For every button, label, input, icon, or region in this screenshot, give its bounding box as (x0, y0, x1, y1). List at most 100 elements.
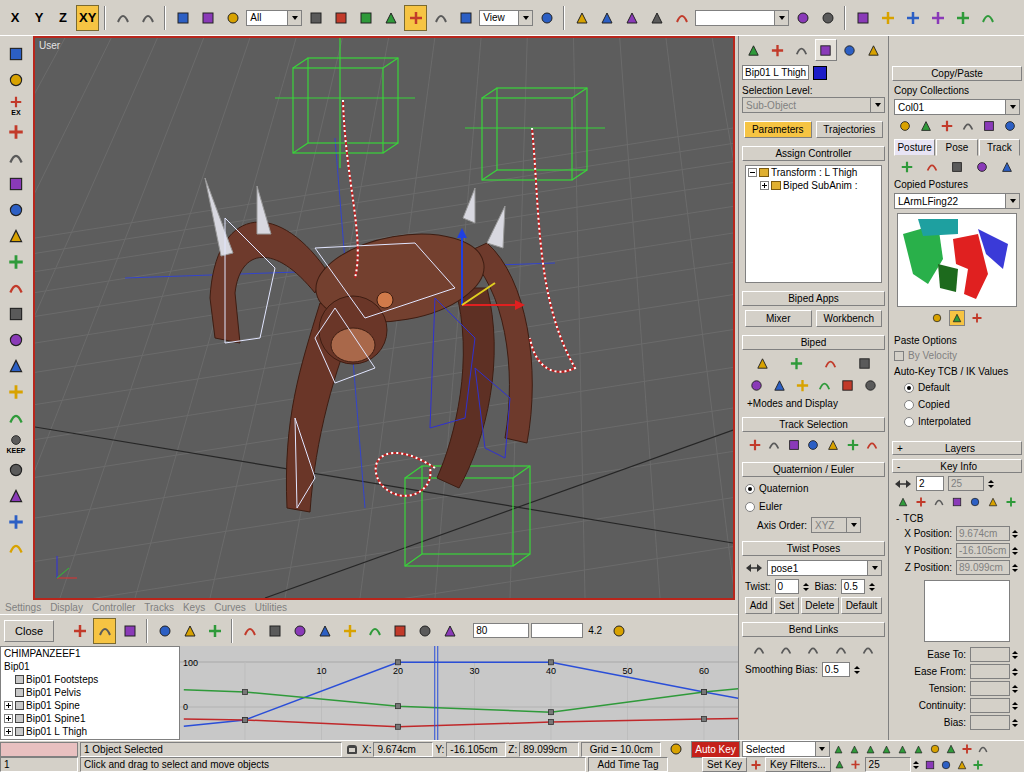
curve-key[interactable] (549, 660, 554, 665)
tool-icon[interactable] (833, 744, 844, 755)
tool-icon[interactable] (333, 10, 349, 26)
tool-icon[interactable] (924, 759, 936, 771)
key-mode-toggle[interactable] (849, 759, 863, 770)
curve-key[interactable] (243, 717, 248, 722)
curve-tool-button[interactable] (263, 618, 286, 644)
tool-icon[interactable] (846, 438, 860, 452)
tool-icon[interactable] (72, 623, 88, 639)
tool-icon[interactable] (674, 10, 690, 26)
tab-panel-button[interactable] (4, 276, 28, 300)
twist-field[interactable]: 0 (775, 579, 799, 594)
curve-chart[interactable]: 1000102030405060 (180, 646, 738, 740)
selection-button[interactable] (354, 5, 377, 31)
key-type-button[interactable] (985, 494, 1001, 510)
tool-icon[interactable] (7, 539, 25, 557)
key-icon[interactable] (663, 741, 689, 757)
tool-icon[interactable] (7, 513, 25, 531)
biped-button[interactable] (821, 354, 840, 373)
rollout-header[interactable]: Biped (742, 335, 885, 350)
copy-paste-tab[interactable]: Track (979, 139, 1020, 156)
curve-tool-button[interactable] (363, 618, 386, 644)
tool-icon[interactable] (863, 378, 878, 393)
tab-panel-button[interactable] (4, 380, 28, 404)
smoothing-bias-field[interactable]: 0.5 (822, 662, 850, 677)
zoom-value[interactable]: 4.2 (585, 625, 605, 636)
mirror-align-button[interactable] (791, 5, 814, 31)
tool-icon[interactable] (624, 10, 640, 26)
tool-icon[interactable] (915, 496, 927, 508)
biped-button[interactable] (753, 354, 772, 373)
tcb-section-header[interactable]: -TCB (894, 513, 1020, 524)
tool-icon[interactable] (442, 623, 458, 639)
curve-tool-button[interactable] (118, 618, 141, 644)
selection-button[interactable] (329, 5, 352, 31)
frame-field[interactable]: 1 (0, 757, 78, 772)
tool-icon[interactable] (961, 119, 975, 133)
biped-button[interactable] (787, 354, 806, 373)
curve-key[interactable] (396, 704, 401, 709)
tcb-param-field[interactable] (970, 698, 1010, 713)
bend-links-button[interactable] (832, 641, 850, 659)
selection-button[interactable] (304, 5, 327, 31)
biped-button[interactable] (770, 376, 789, 395)
spinner-arrows[interactable] (1012, 685, 1020, 693)
command-panel-tab[interactable] (790, 39, 812, 61)
tool-icon[interactable] (7, 227, 25, 245)
axis-constraint-button[interactable]: Z (52, 5, 74, 31)
command-panel-tab[interactable] (766, 39, 788, 61)
collection-button[interactable] (917, 117, 935, 135)
curve-tool-button[interactable] (203, 618, 226, 644)
position-field[interactable]: 89.099cm (956, 560, 1010, 575)
track-tree-item[interactable]: Bip01 Spine1 (1, 712, 179, 725)
link-button[interactable] (221, 5, 244, 31)
tool-icon[interactable] (317, 623, 333, 639)
tab-panel-button[interactable] (4, 42, 28, 66)
tool-icon[interactable] (9, 433, 23, 447)
tool-icon[interactable] (975, 160, 989, 174)
copy-paste-tab[interactable]: Pose (936, 139, 977, 156)
twist-pose-dropdown[interactable]: pose1 (767, 560, 882, 576)
tool-icon[interactable] (7, 279, 25, 297)
curve-tool-button[interactable] (288, 618, 311, 644)
tool-icon[interactable] (925, 160, 939, 174)
ik-target-box[interactable] (405, 466, 530, 566)
editor-button[interactable] (976, 5, 999, 31)
snap-button[interactable] (570, 5, 593, 31)
curve-tool-button[interactable] (388, 618, 411, 644)
tool-icon[interactable] (433, 10, 449, 26)
viewport-nav-button[interactable] (944, 743, 958, 755)
rollout-header[interactable]: Twist Poses (742, 541, 885, 556)
curve-tool-button[interactable] (338, 618, 361, 644)
playback-button[interactable] (912, 744, 926, 755)
posture-button[interactable] (998, 158, 1016, 176)
thumbnail-view-button[interactable] (949, 310, 965, 326)
add-time-tag-button[interactable]: Add Time Tag (588, 757, 668, 772)
controller-item[interactable]: Transform : L Thigh (746, 166, 881, 179)
tool-icon[interactable] (115, 10, 131, 26)
tool-icon[interactable] (772, 378, 787, 393)
rollout-header[interactable]: Biped Apps (742, 291, 885, 306)
bend-links-button[interactable] (859, 641, 877, 659)
tool-icon[interactable] (861, 643, 875, 657)
prev-next-arrows-icon[interactable] (745, 562, 763, 574)
chimpanzee-model[interactable] (205, 178, 532, 512)
paste-mode-radio[interactable]: Copied (894, 397, 1020, 412)
tool-icon[interactable] (599, 10, 615, 26)
editor-button[interactable] (926, 5, 949, 31)
tool-icon[interactable] (7, 461, 25, 479)
editor-button[interactable] (876, 5, 899, 31)
tool-icon[interactable] (951, 496, 963, 508)
tool-icon[interactable] (749, 378, 764, 393)
tool-icon[interactable] (823, 356, 838, 371)
curve-key[interactable] (702, 689, 707, 694)
tool-icon[interactable] (7, 253, 25, 271)
collection-button[interactable] (980, 117, 998, 135)
tool-icon[interactable] (931, 312, 943, 324)
tool-icon[interactable] (834, 759, 845, 770)
curve-tool-button[interactable] (313, 618, 336, 644)
tcb-param-field[interactable] (970, 664, 1010, 679)
menu-item[interactable]: Display (50, 602, 83, 613)
perspective-viewport[interactable]: User (33, 36, 735, 600)
function-curve-graph[interactable]: 1000102030405060 (180, 646, 738, 740)
spinner-arrows[interactable] (913, 761, 921, 769)
